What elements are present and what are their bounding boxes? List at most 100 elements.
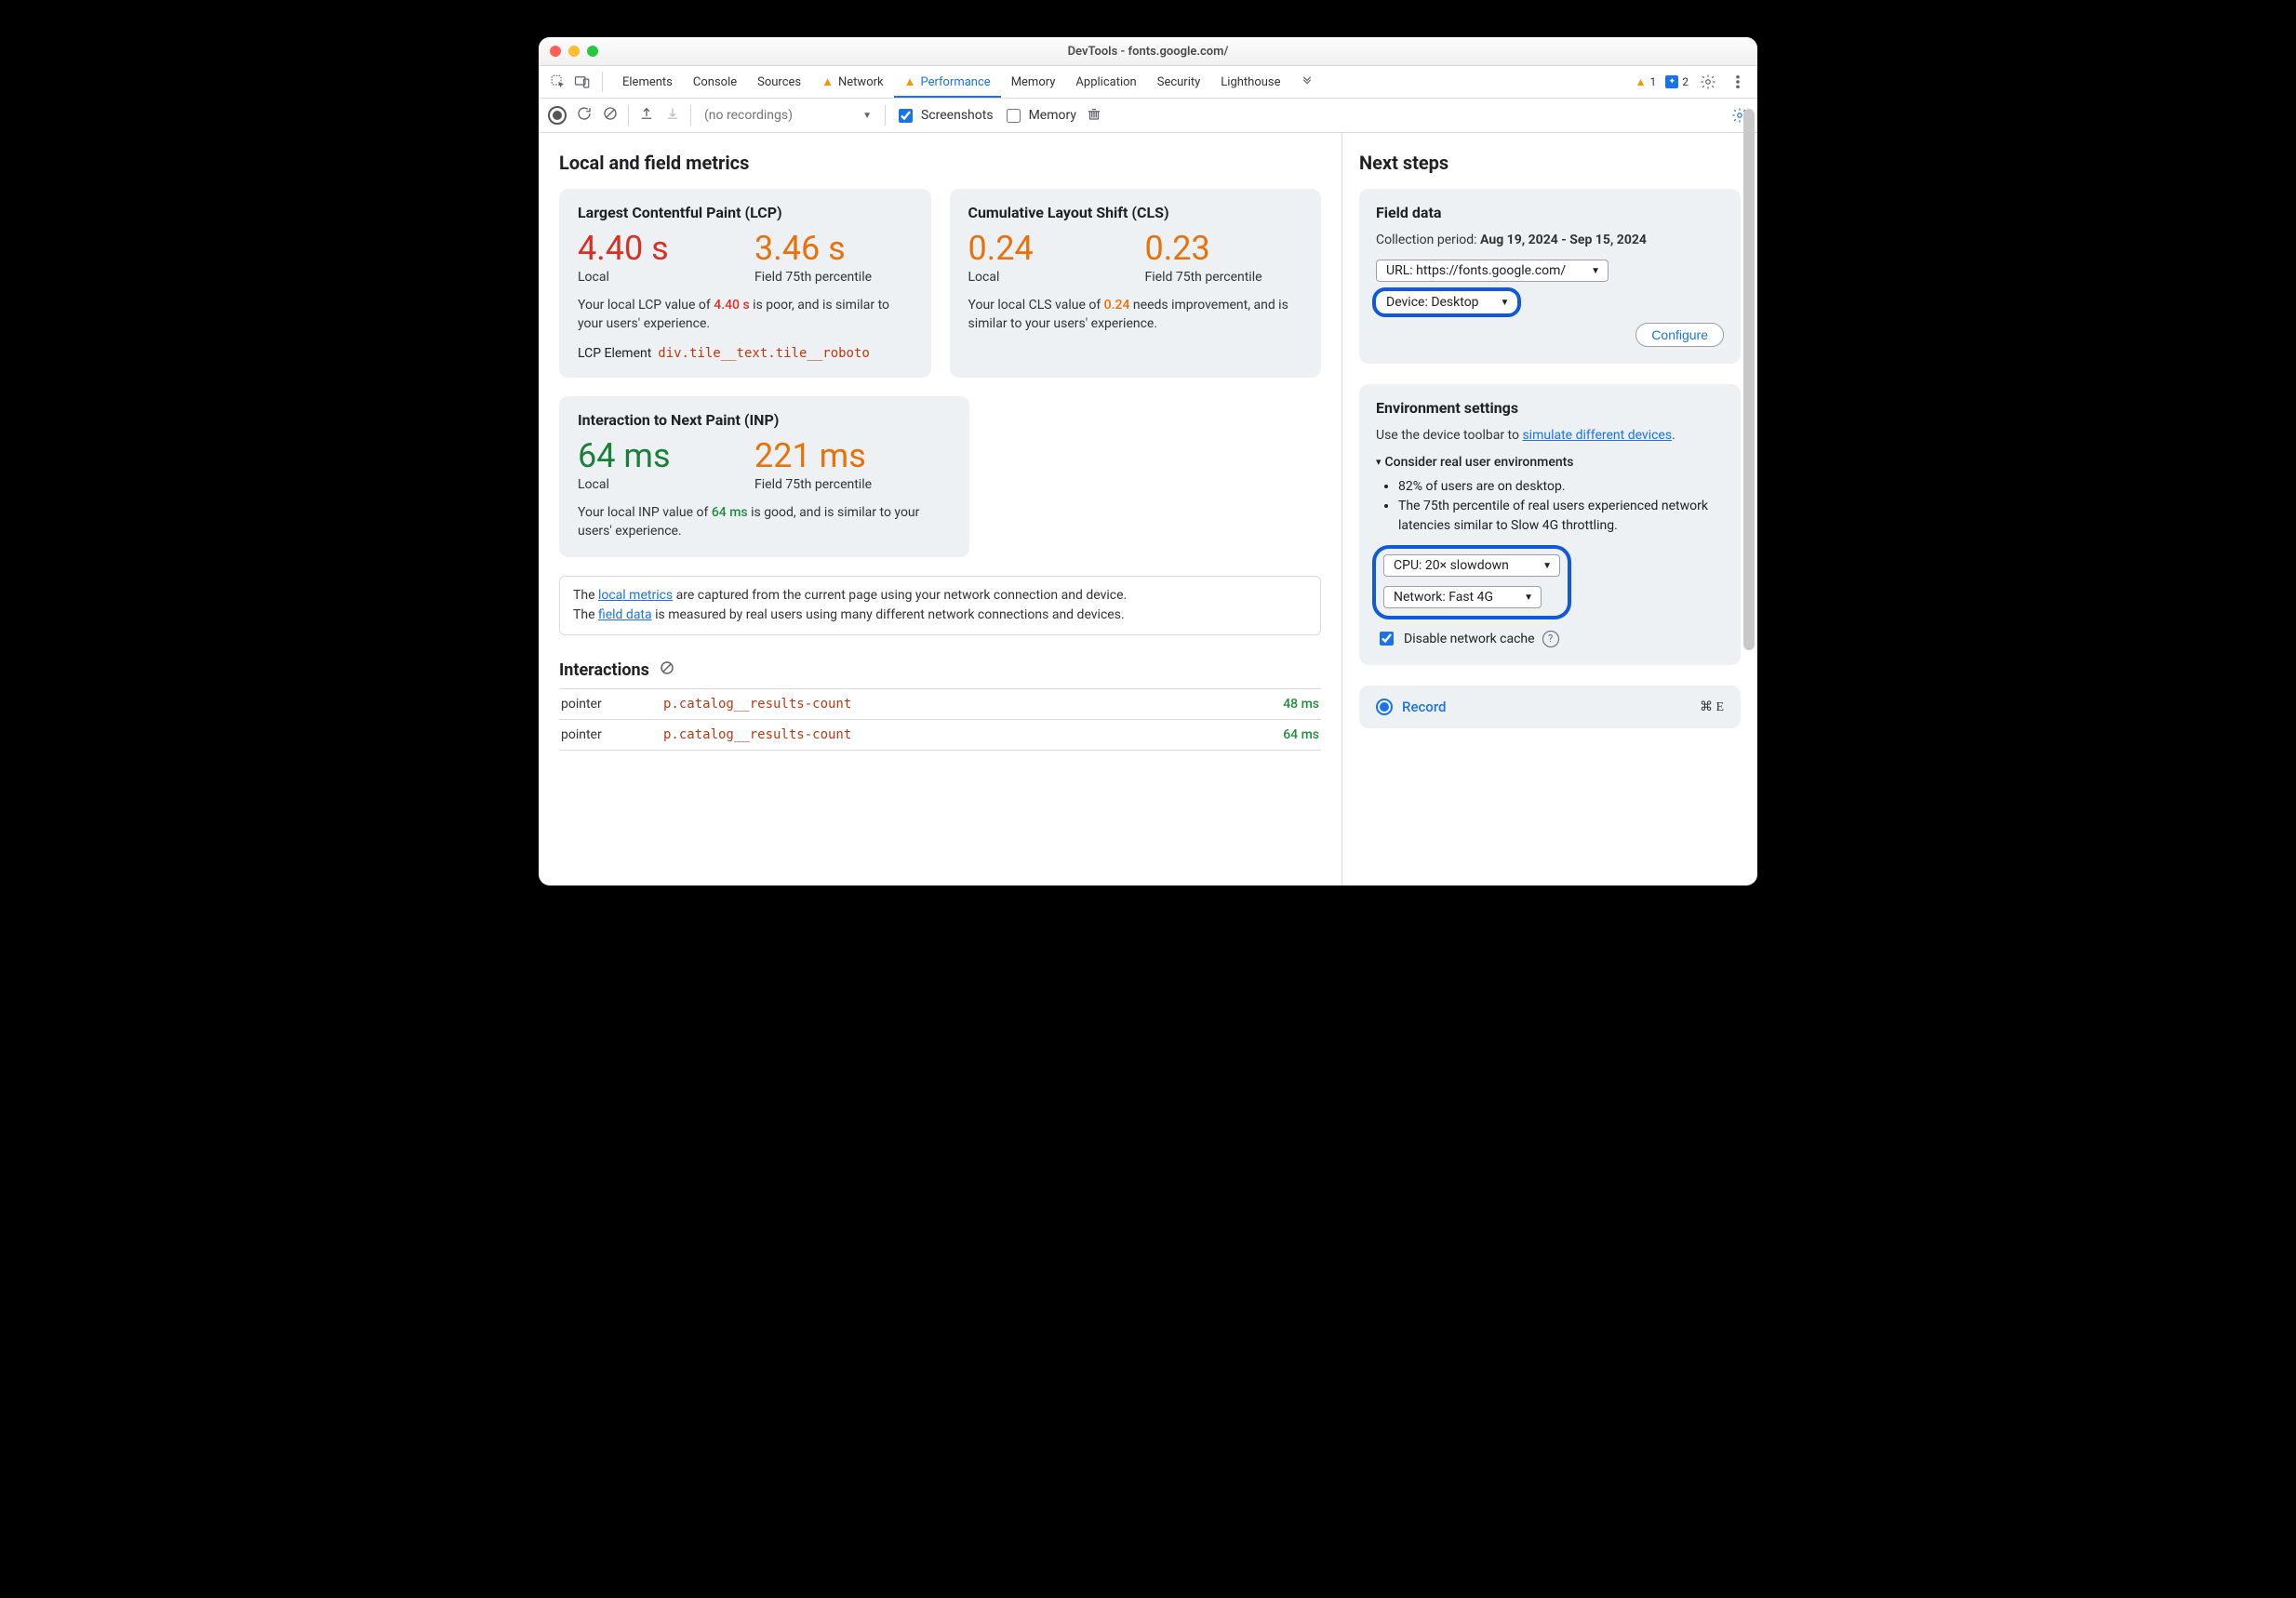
interaction-duration: 48 ms bbox=[1283, 697, 1319, 712]
record-row: Record ⌘ E bbox=[1359, 686, 1741, 728]
recordings-select[interactable]: (no recordings) ▼ bbox=[701, 106, 875, 125]
clear-icon[interactable] bbox=[602, 105, 619, 126]
garbage-collect-icon[interactable] bbox=[1086, 105, 1102, 126]
record-dot-icon bbox=[1376, 699, 1393, 715]
scrollbar[interactable] bbox=[1743, 107, 1755, 880]
clear-interactions-icon[interactable] bbox=[659, 659, 675, 681]
tab-security[interactable]: Security bbox=[1147, 66, 1211, 98]
lcp-element-row[interactable]: LCP Element div.tile__text.tile__roboto bbox=[578, 346, 913, 361]
memory-checkbox[interactable]: Memory bbox=[1003, 106, 1076, 126]
warnings-count: 1 bbox=[1650, 75, 1657, 88]
screenshots-checkbox-input[interactable] bbox=[899, 109, 913, 123]
interactions-heading: Interactions bbox=[559, 659, 1321, 681]
tab-label: Console bbox=[693, 75, 737, 89]
caret-down-icon: ▼ bbox=[1524, 593, 1533, 603]
tab-label: Network bbox=[838, 75, 884, 89]
tab-network[interactable]: ▲ Network bbox=[811, 66, 893, 98]
tab-performance[interactable]: ▲Performance bbox=[894, 66, 1001, 98]
messages-badge[interactable]: ✦2 bbox=[1665, 75, 1689, 88]
cls-local-label: Local bbox=[968, 270, 1108, 285]
tab-label: Sources bbox=[757, 75, 801, 89]
lcp-element-selector: div.tile__text.tile__roboto bbox=[658, 346, 870, 361]
configure-button[interactable]: Configure bbox=[1635, 323, 1724, 347]
cls-description: Your local CLS value of 0.24 needs impro… bbox=[968, 296, 1303, 334]
messages-count: 2 bbox=[1682, 75, 1689, 88]
field-data-card: Field data Collection period: Aug 19, 20… bbox=[1359, 189, 1741, 364]
screenshots-checkbox[interactable]: Screenshots bbox=[895, 106, 994, 126]
interaction-row[interactable]: pointerp.catalog__results-count48 ms bbox=[559, 689, 1321, 720]
field-data-link[interactable]: field data bbox=[598, 607, 652, 622]
device-toolbar-icon[interactable] bbox=[572, 72, 593, 92]
lcp-local-value: 4.40 s bbox=[578, 231, 717, 268]
lcp-heading: Largest Contentful Paint (LCP) bbox=[578, 204, 913, 221]
lcp-card: Largest Contentful Paint (LCP) 4.40 s Lo… bbox=[559, 189, 931, 378]
interaction-row[interactable]: pointerp.catalog__results-count64 ms bbox=[559, 720, 1321, 751]
network-throttle-label: Network: Fast 4G bbox=[1394, 590, 1493, 605]
warning-icon: ▲ bbox=[904, 74, 916, 89]
inp-description: Your local INP value of 64 ms is good, a… bbox=[578, 503, 951, 541]
record-label: Record bbox=[1402, 699, 1446, 715]
simulate-devices-link[interactable]: simulate different devices bbox=[1522, 428, 1672, 443]
cls-card: Cumulative Layout Shift (CLS) 0.24 Local… bbox=[950, 189, 1322, 378]
tab-label: Security bbox=[1157, 75, 1201, 89]
devtools-tabbar: Elements Console Sources ▲ Network ▲Performan… bbox=[539, 66, 1757, 99]
scrollbar-thumb[interactable] bbox=[1743, 109, 1755, 650]
inp-heading: Interaction to Next Paint (INP) bbox=[578, 411, 951, 429]
cpu-throttle-select[interactable]: CPU: 20× slowdown▼ bbox=[1383, 554, 1560, 577]
local-metrics-link[interactable]: local metrics bbox=[598, 588, 673, 603]
tab-application[interactable]: Application bbox=[1065, 66, 1146, 98]
record-action[interactable]: Record bbox=[1376, 699, 1446, 715]
tab-memory[interactable]: Memory bbox=[1001, 66, 1066, 98]
consider-environments-summary[interactable]: Consider real user environments bbox=[1376, 455, 1724, 470]
more-tabs-icon[interactable] bbox=[1297, 72, 1317, 92]
inp-field-value: 221 ms bbox=[754, 438, 894, 475]
environment-bullet: 82% of users are on desktop. bbox=[1398, 477, 1724, 497]
separator bbox=[690, 105, 691, 126]
tab-lighthouse[interactable]: Lighthouse bbox=[1210, 66, 1290, 98]
warning-icon: ▲ bbox=[821, 74, 834, 89]
disable-cache-checkbox[interactable] bbox=[1380, 632, 1394, 646]
consider-environments-disclosure[interactable]: Consider real user environments 82% of u… bbox=[1376, 455, 1724, 536]
memory-checkbox-input[interactable] bbox=[1007, 109, 1021, 123]
device-select[interactable]: Device: Desktop ▼ bbox=[1376, 291, 1517, 313]
lcp-field-value: 3.46 s bbox=[754, 231, 894, 268]
upload-icon[interactable] bbox=[638, 105, 655, 126]
tab-elements[interactable]: Elements bbox=[612, 66, 683, 98]
metrics-footnote: The local metrics are captured from the … bbox=[559, 576, 1321, 635]
cls-heading: Cumulative Layout Shift (CLS) bbox=[968, 204, 1303, 221]
network-throttle-select[interactable]: Network: Fast 4G ▼ bbox=[1383, 586, 1542, 608]
interactions-table: pointerp.catalog__results-count48 mspoin… bbox=[559, 688, 1321, 751]
warnings-badge[interactable]: ▲1 bbox=[1635, 75, 1657, 88]
tab-console[interactable]: Console bbox=[683, 66, 747, 98]
disable-cache-label: Disable network cache bbox=[1404, 632, 1535, 646]
inp-field-label: Field 75th percentile bbox=[754, 477, 894, 492]
settings-gear-icon[interactable] bbox=[1698, 72, 1718, 92]
caret-down-icon: ▼ bbox=[1501, 298, 1510, 308]
device-select-label: Device: Desktop bbox=[1386, 295, 1479, 310]
inspect-element-icon[interactable] bbox=[548, 72, 568, 92]
help-icon[interactable]: ? bbox=[1542, 631, 1559, 647]
lcp-field-label: Field 75th percentile bbox=[754, 270, 894, 285]
tab-label: Memory bbox=[1011, 75, 1056, 89]
download-icon[interactable] bbox=[664, 105, 681, 126]
url-select[interactable]: URL: https://fonts.google.com/▼ bbox=[1376, 260, 1609, 282]
interaction-selector: p.catalog__results-count bbox=[663, 727, 1283, 742]
reload-record-icon[interactable] bbox=[576, 105, 593, 126]
interaction-type: pointer bbox=[561, 697, 663, 712]
recordings-select-label: (no recordings) bbox=[704, 108, 793, 123]
metrics-heading: Local and field metrics bbox=[559, 152, 1321, 174]
lcp-element-label: LCP Element bbox=[578, 346, 651, 361]
devtools-window: DevTools - fonts.google.com/ ElementsCon… bbox=[539, 37, 1757, 886]
separator bbox=[628, 105, 629, 126]
kebab-menu-icon[interactable] bbox=[1728, 72, 1748, 92]
tab-sources[interactable]: Sources bbox=[747, 66, 811, 98]
lcp-local-label: Local bbox=[578, 270, 717, 285]
record-button[interactable] bbox=[548, 106, 567, 125]
collection-period: Collection period: Aug 19, 2024 - Sep 15… bbox=[1376, 231, 1724, 250]
environment-card: Environment settings Use the device tool… bbox=[1359, 384, 1741, 665]
main-panel: Local and field metrics Largest Contentf… bbox=[539, 133, 1342, 886]
environment-hint: Use the device toolbar to simulate diffe… bbox=[1376, 426, 1724, 446]
environment-bullets: 82% of users are on desktop.The 75th per… bbox=[1376, 477, 1724, 536]
inp-card: Interaction to Next Paint (INP) 64 ms Lo… bbox=[559, 396, 969, 557]
interaction-selector: p.catalog__results-count bbox=[663, 697, 1283, 712]
